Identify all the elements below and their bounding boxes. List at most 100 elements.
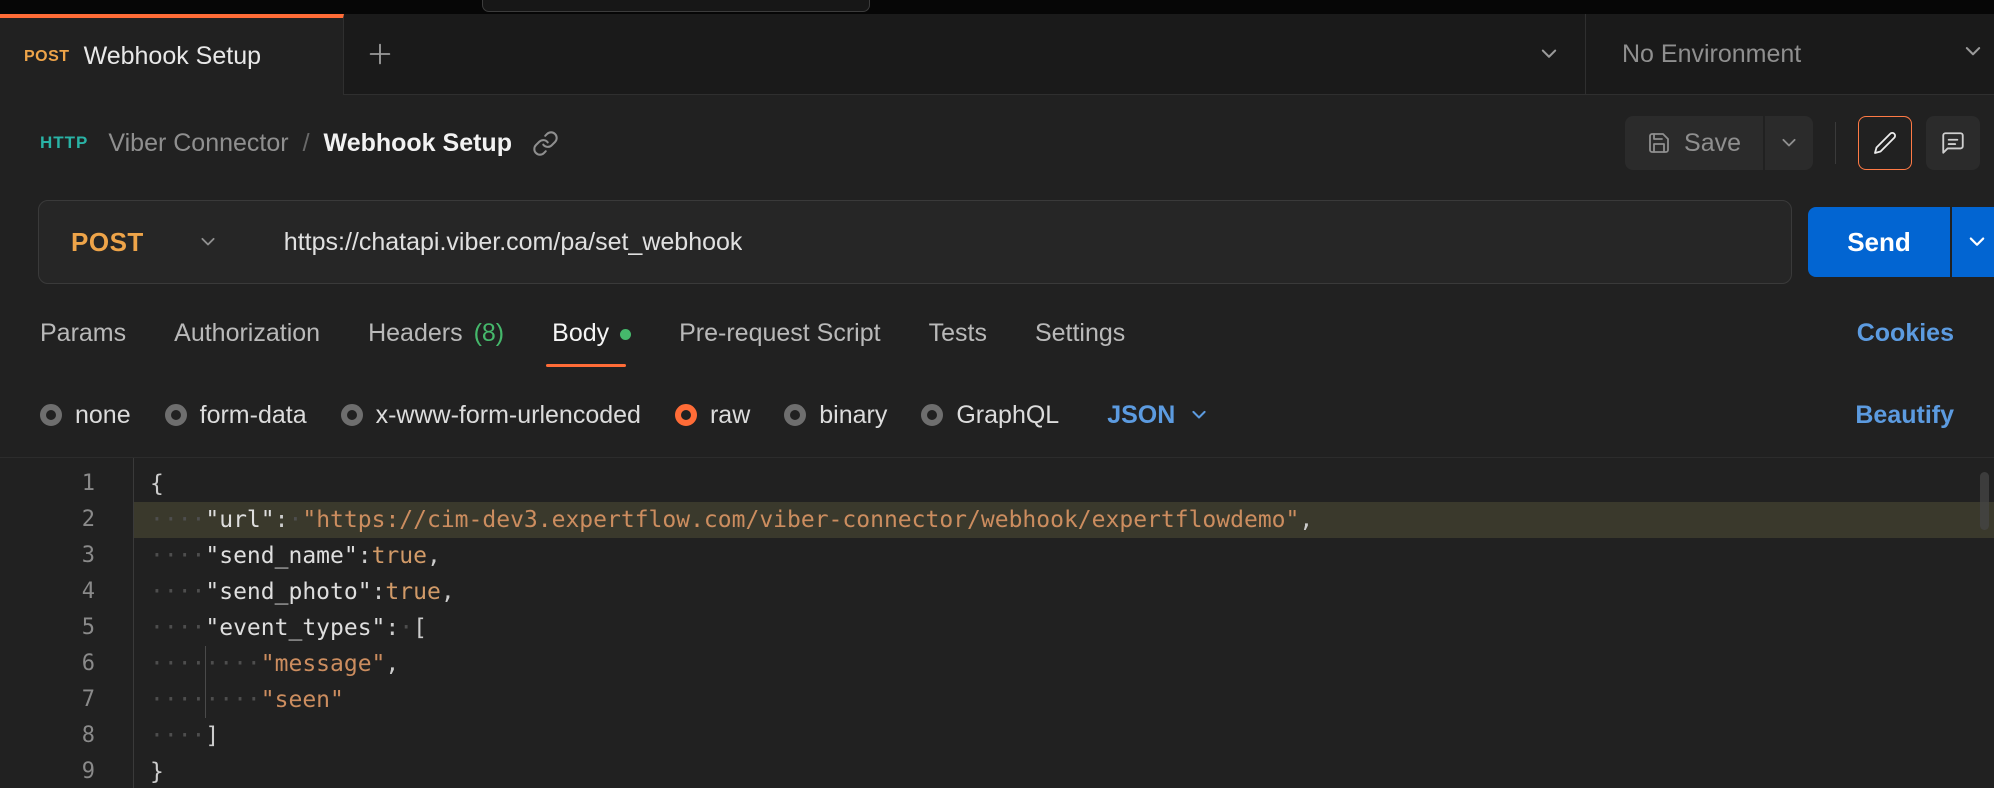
code-editor[interactable]: 1{2····"url":·"https://cim-dev3.expertfl… (0, 457, 1994, 788)
tab-body[interactable]: Body (552, 293, 631, 373)
raw-language-selector[interactable]: JSON (1107, 401, 1209, 430)
chevron-down-icon (198, 232, 218, 252)
edit-documentation-button[interactable] (1858, 116, 1912, 170)
tab-params[interactable]: Params (40, 293, 126, 373)
method-selector[interactable]: POST (39, 227, 218, 258)
breadcrumb-request-name[interactable]: Webhook Setup (324, 129, 512, 158)
chevron-down-icon (1779, 133, 1799, 153)
line-number: 3 (0, 538, 133, 574)
line-number: 4 (0, 574, 133, 610)
body-mode-binary-label: binary (819, 401, 887, 430)
code-line-content-highlighted: ····"url":·"https://cim-dev3.expertflow.… (133, 502, 1994, 538)
environment-selector[interactable]: No Environment (1586, 14, 1994, 94)
code-line[interactable]: 3····"send_name":true, (0, 538, 1994, 574)
speech-bubble-icon (1940, 130, 1966, 156)
tab-params-label: Params (40, 319, 126, 348)
body-mode-binary[interactable]: binary (784, 401, 887, 430)
beautify-link[interactable]: Beautify (1855, 401, 1954, 430)
url-input[interactable]: https://chatapi.viber.com/pa/set_webhook (284, 228, 743, 257)
code-line-content: ····"send_photo":true, (133, 574, 1994, 610)
tab-headers[interactable]: Headers(8) (368, 293, 504, 373)
radio-icon (341, 404, 363, 426)
body-mode-options: none form-data x-www-form-urlencoded raw… (0, 373, 1994, 457)
tab-tests-label: Tests (929, 319, 987, 348)
send-options-button[interactable] (1952, 207, 1994, 277)
code-line-content: ····"event_types":·[ (133, 610, 1994, 646)
editor-scrollbar-thumb[interactable] (1980, 472, 1989, 530)
tab-settings-label: Settings (1035, 319, 1125, 348)
code-line-content: ····] (133, 718, 1994, 754)
body-mode-form-data[interactable]: form-data (165, 401, 307, 430)
save-button-group: Save (1625, 116, 1813, 170)
body-mode-urlencoded[interactable]: x-www-form-urlencoded (341, 401, 641, 430)
code-line[interactable]: 8····] (0, 718, 1994, 754)
breadcrumb-collection[interactable]: Viber Connector (108, 129, 288, 158)
request-section-tabs: Params Authorization Headers(8) Body Pre… (0, 293, 1994, 373)
body-mode-raw-label: raw (710, 401, 750, 430)
tab-pre-request-script[interactable]: Pre-request Script (679, 293, 880, 373)
chevron-down-icon (1962, 41, 1984, 63)
code-line[interactable]: 2····"url":·"https://cim-dev3.expertflow… (0, 502, 1994, 538)
radio-icon (40, 404, 62, 426)
send-button-group: Send (1808, 207, 1994, 277)
save-options-button[interactable] (1765, 116, 1813, 170)
code-line-content: } (133, 754, 1994, 788)
send-button[interactable]: Send (1808, 207, 1950, 277)
tab-body-label: Body (552, 319, 609, 348)
body-modified-dot (620, 329, 631, 340)
cookies-link[interactable]: Cookies (1857, 319, 1954, 348)
body-mode-none-label: none (75, 401, 131, 430)
line-number: 1 (0, 466, 133, 502)
body-mode-urlencoded-label: x-www-form-urlencoded (376, 401, 641, 430)
request-url-box: POST https://chatapi.viber.com/pa/set_we… (38, 200, 1792, 284)
code-line[interactable]: 1{ (0, 466, 1994, 502)
line-number: 9 (0, 754, 133, 788)
code-line[interactable]: 9} (0, 754, 1994, 788)
body-mode-graphql[interactable]: GraphQL (921, 401, 1059, 430)
save-button[interactable]: Save (1625, 116, 1763, 170)
comments-button[interactable] (1926, 116, 1980, 170)
radio-selected-icon (675, 404, 697, 426)
code-line-content: ········"seen" (133, 682, 1994, 718)
radio-icon (784, 404, 806, 426)
gutter-divider (133, 458, 134, 788)
plus-icon (366, 40, 394, 68)
active-request-tab[interactable]: POST Webhook Setup (0, 14, 344, 95)
code-editor-lines: 1{2····"url":·"https://cim-dev3.expertfl… (0, 466, 1994, 788)
breadcrumb-separator: / (303, 129, 310, 158)
body-mode-raw[interactable]: raw (675, 401, 750, 430)
tab-settings[interactable]: Settings (1035, 293, 1125, 373)
code-line-content: ········"message", (133, 646, 1994, 682)
floppy-disk-icon (1647, 131, 1671, 155)
radio-icon (165, 404, 187, 426)
breadcrumb-toolbar-row: HTTP Viber Connector / Webhook Setup Sav… (0, 95, 1994, 191)
code-line-content: { (133, 466, 1994, 502)
body-mode-none[interactable]: none (40, 401, 131, 430)
tab-pre-request-script-label: Pre-request Script (679, 319, 880, 348)
tab-authorization[interactable]: Authorization (174, 293, 320, 373)
tab-method-badge: POST (24, 48, 70, 66)
global-search-input[interactable] (482, 0, 870, 12)
tab-list-dropdown-button[interactable] (1513, 14, 1585, 94)
code-line[interactable]: 6········"message", (0, 646, 1994, 682)
code-line[interactable]: 5····"event_types":·[ (0, 610, 1994, 646)
chevron-down-icon (1966, 231, 1988, 253)
code-line[interactable]: 4····"send_photo":true, (0, 574, 1994, 610)
chevron-down-icon (1189, 405, 1209, 425)
tab-tests[interactable]: Tests (929, 293, 987, 373)
method-label: POST (71, 227, 144, 258)
radio-icon (921, 404, 943, 426)
request-url-row: POST https://chatapi.viber.com/pa/set_we… (0, 191, 1994, 293)
body-mode-form-data-label: form-data (200, 401, 307, 430)
tabbar-spacer (416, 14, 1513, 94)
new-tab-button[interactable] (344, 14, 416, 94)
toolbar-divider (1835, 122, 1836, 164)
line-number: 6 (0, 646, 133, 682)
code-line[interactable]: 7········"seen" (0, 682, 1994, 718)
body-mode-graphql-label: GraphQL (956, 401, 1059, 430)
line-number: 2 (0, 502, 133, 538)
raw-language-label: JSON (1107, 401, 1175, 430)
share-link-button[interactable] (532, 130, 559, 157)
link-icon (532, 130, 559, 157)
tab-authorization-label: Authorization (174, 319, 320, 348)
